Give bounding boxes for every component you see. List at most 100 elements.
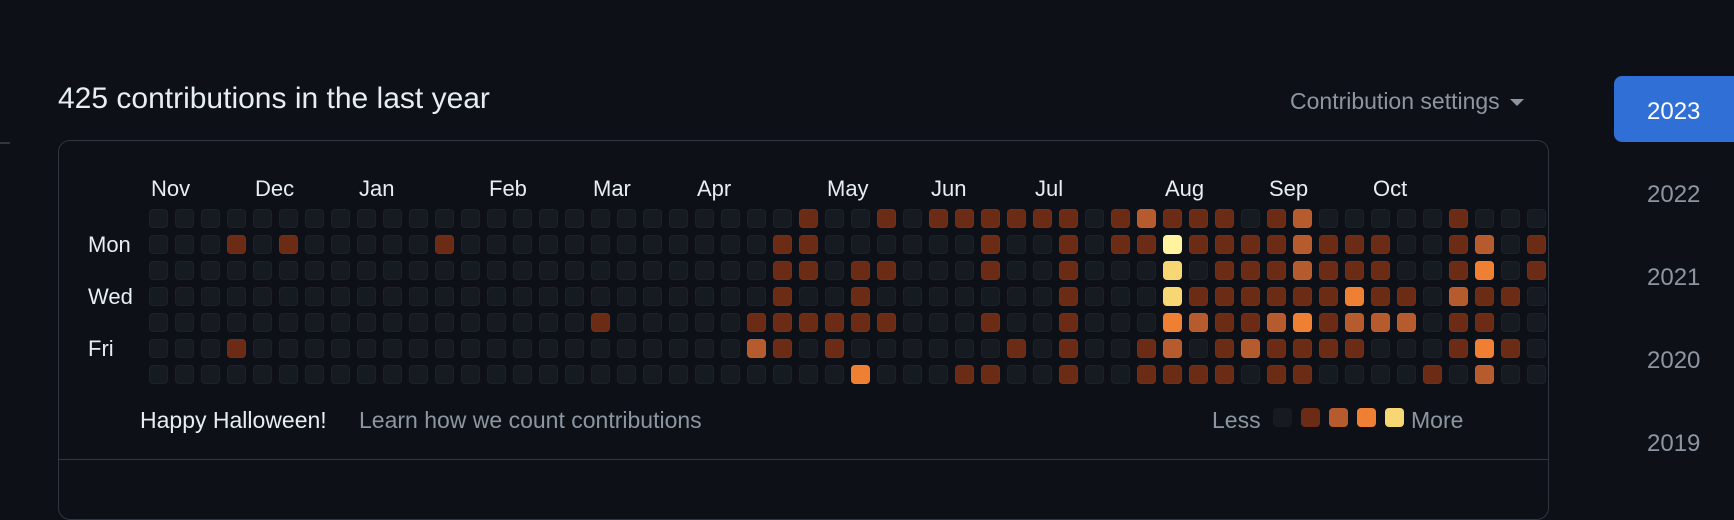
contribution-day-cell[interactable] bbox=[1397, 365, 1416, 384]
contribution-day-cell[interactable] bbox=[149, 209, 168, 228]
contribution-day-cell[interactable] bbox=[279, 287, 298, 306]
contribution-day-cell[interactable] bbox=[383, 261, 402, 280]
contribution-day-cell[interactable] bbox=[1293, 209, 1312, 228]
contribution-day-cell[interactable] bbox=[1501, 365, 1520, 384]
contribution-day-cell[interactable] bbox=[747, 209, 766, 228]
contribution-day-cell[interactable] bbox=[1293, 287, 1312, 306]
contribution-day-cell[interactable] bbox=[981, 261, 1000, 280]
contribution-day-cell[interactable] bbox=[487, 287, 506, 306]
contribution-day-cell[interactable] bbox=[1085, 235, 1104, 254]
contribution-day-cell[interactable] bbox=[1007, 365, 1026, 384]
contribution-day-cell[interactable] bbox=[721, 339, 740, 358]
contribution-day-cell[interactable] bbox=[1241, 235, 1260, 254]
contribution-day-cell[interactable] bbox=[1371, 209, 1390, 228]
contribution-day-cell[interactable] bbox=[1241, 313, 1260, 332]
contribution-day-cell[interactable] bbox=[825, 287, 844, 306]
contribution-day-cell[interactable] bbox=[617, 209, 636, 228]
contribution-day-cell[interactable] bbox=[851, 209, 870, 228]
contribution-day-cell[interactable] bbox=[1215, 365, 1234, 384]
contribution-day-cell[interactable] bbox=[799, 209, 818, 228]
contribution-day-cell[interactable] bbox=[1163, 287, 1182, 306]
contribution-day-cell[interactable] bbox=[539, 287, 558, 306]
contribution-day-cell[interactable] bbox=[1189, 235, 1208, 254]
contribution-day-cell[interactable] bbox=[175, 313, 194, 332]
contribution-day-cell[interactable] bbox=[1111, 313, 1130, 332]
contribution-day-cell[interactable] bbox=[1423, 235, 1442, 254]
contribution-day-cell[interactable] bbox=[981, 209, 1000, 228]
contribution-day-cell[interactable] bbox=[1371, 261, 1390, 280]
contribution-day-cell[interactable] bbox=[409, 261, 428, 280]
contribution-day-cell[interactable] bbox=[981, 339, 1000, 358]
contribution-day-cell[interactable] bbox=[383, 365, 402, 384]
contribution-day-cell[interactable] bbox=[1527, 235, 1546, 254]
contribution-day-cell[interactable] bbox=[1319, 209, 1338, 228]
contribution-day-cell[interactable] bbox=[565, 287, 584, 306]
contribution-day-cell[interactable] bbox=[643, 261, 662, 280]
contribution-day-cell[interactable] bbox=[513, 313, 532, 332]
contribution-day-cell[interactable] bbox=[591, 235, 610, 254]
contribution-day-cell[interactable] bbox=[851, 287, 870, 306]
contribution-day-cell[interactable] bbox=[747, 339, 766, 358]
contribution-day-cell[interactable] bbox=[1085, 365, 1104, 384]
contribution-day-cell[interactable] bbox=[149, 287, 168, 306]
contribution-day-cell[interactable] bbox=[1111, 209, 1130, 228]
contribution-day-cell[interactable] bbox=[695, 339, 714, 358]
contribution-day-cell[interactable] bbox=[1475, 261, 1494, 280]
contribution-day-cell[interactable] bbox=[669, 235, 688, 254]
contribution-day-cell[interactable] bbox=[1345, 365, 1364, 384]
contribution-day-cell[interactable] bbox=[305, 287, 324, 306]
contribution-day-cell[interactable] bbox=[695, 365, 714, 384]
contribution-day-cell[interactable] bbox=[331, 313, 350, 332]
contribution-day-cell[interactable] bbox=[721, 313, 740, 332]
contribution-day-cell[interactable] bbox=[1085, 261, 1104, 280]
contribution-day-cell[interactable] bbox=[799, 235, 818, 254]
contribution-day-cell[interactable] bbox=[669, 339, 688, 358]
contribution-day-cell[interactable] bbox=[1137, 287, 1156, 306]
contribution-day-cell[interactable] bbox=[201, 287, 220, 306]
contribution-day-cell[interactable] bbox=[643, 339, 662, 358]
contribution-day-cell[interactable] bbox=[1059, 339, 1078, 358]
contribution-day-cell[interactable] bbox=[513, 209, 532, 228]
contribution-day-cell[interactable] bbox=[1475, 287, 1494, 306]
contribution-day-cell[interactable] bbox=[331, 365, 350, 384]
contribution-day-cell[interactable] bbox=[1449, 261, 1468, 280]
contribution-day-cell[interactable] bbox=[435, 339, 454, 358]
contribution-day-cell[interactable] bbox=[357, 261, 376, 280]
contribution-day-cell[interactable] bbox=[1423, 313, 1442, 332]
contribution-day-cell[interactable] bbox=[617, 235, 636, 254]
contribution-day-cell[interactable] bbox=[279, 209, 298, 228]
contribution-day-cell[interactable] bbox=[1033, 209, 1052, 228]
contribution-day-cell[interactable] bbox=[929, 261, 948, 280]
contribution-day-cell[interactable] bbox=[695, 235, 714, 254]
contribution-day-cell[interactable] bbox=[903, 365, 922, 384]
contribution-day-cell[interactable] bbox=[461, 339, 480, 358]
contribution-day-cell[interactable] bbox=[747, 261, 766, 280]
contribution-day-cell[interactable] bbox=[1241, 365, 1260, 384]
contribution-day-cell[interactable] bbox=[981, 365, 1000, 384]
contribution-day-cell[interactable] bbox=[825, 261, 844, 280]
contribution-day-cell[interactable] bbox=[409, 235, 428, 254]
contribution-day-cell[interactable] bbox=[1293, 339, 1312, 358]
contribution-day-cell[interactable] bbox=[1033, 287, 1052, 306]
contribution-day-cell[interactable] bbox=[1345, 209, 1364, 228]
contribution-day-cell[interactable] bbox=[1345, 313, 1364, 332]
contribution-day-cell[interactable] bbox=[1241, 209, 1260, 228]
year-2023-tab[interactable]: 2023 bbox=[1614, 76, 1734, 142]
contribution-day-cell[interactable] bbox=[1007, 209, 1026, 228]
contribution-day-cell[interactable] bbox=[1449, 313, 1468, 332]
contribution-day-cell[interactable] bbox=[591, 287, 610, 306]
contribution-day-cell[interactable] bbox=[1215, 209, 1234, 228]
contribution-settings-button[interactable]: Contribution settings bbox=[1290, 88, 1524, 115]
contribution-day-cell[interactable] bbox=[1475, 365, 1494, 384]
contribution-day-cell[interactable] bbox=[1293, 365, 1312, 384]
contribution-day-cell[interactable] bbox=[617, 365, 636, 384]
contribution-day-cell[interactable] bbox=[799, 339, 818, 358]
contribution-day-cell[interactable] bbox=[1527, 209, 1546, 228]
contribution-day-cell[interactable] bbox=[1449, 235, 1468, 254]
contribution-day-cell[interactable] bbox=[383, 235, 402, 254]
contribution-day-cell[interactable] bbox=[903, 209, 922, 228]
contribution-day-cell[interactable] bbox=[1007, 313, 1026, 332]
contribution-day-cell[interactable] bbox=[331, 287, 350, 306]
contribution-day-cell[interactable] bbox=[1319, 287, 1338, 306]
contribution-day-cell[interactable] bbox=[1423, 287, 1442, 306]
